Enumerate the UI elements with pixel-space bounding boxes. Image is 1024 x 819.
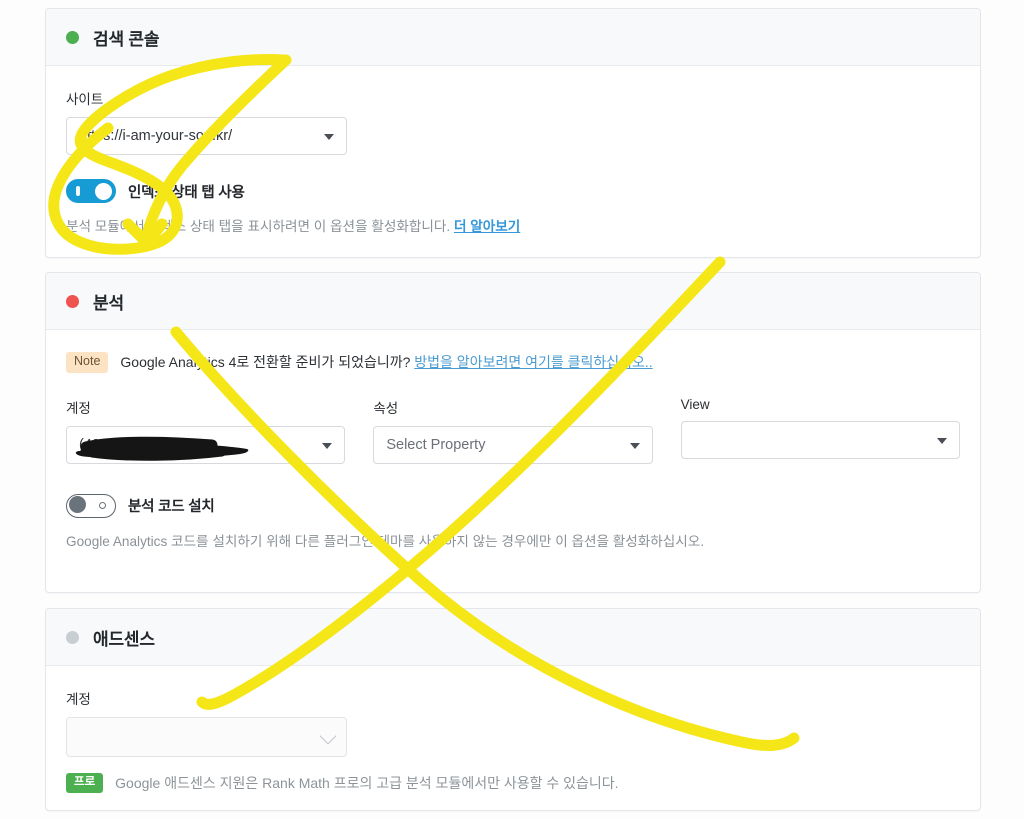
pro-badge: 프로 xyxy=(66,773,104,793)
note-text: Google Analytics 4로 전환할 준비가 되었습니까? 방법을 알… xyxy=(120,352,652,372)
caret-down-icon xyxy=(322,442,333,449)
view-select[interactable] xyxy=(680,420,960,459)
toggle-track-mark-icon xyxy=(99,501,106,509)
account-field: 계정 (4261) xyxy=(66,397,346,464)
search-console-panel: 검색 콘솔 사이트 https://i-am-your-son.kr/ 인덱스 … xyxy=(45,8,981,258)
caret-down-icon xyxy=(629,442,640,449)
search-console-header: 검색 콘솔 xyxy=(46,9,980,66)
ga4-howto-link[interactable]: 방법을 알아보려면 여기를 클릭하십시오.. xyxy=(414,354,652,370)
adsense-title: 애드센스 xyxy=(93,629,155,649)
caret-down-icon xyxy=(324,134,334,140)
settings-page: 검색 콘솔 사이트 https://i-am-your-son.kr/ 인덱스 … xyxy=(0,0,1024,819)
install-code-toggle-label: 분석 코드 설치 xyxy=(128,499,215,516)
learn-more-link[interactable]: 더 알아보기 xyxy=(454,219,520,234)
analytics-selectors: 계정 (4261) 속성 Select Property View xyxy=(66,397,960,464)
search-console-title: 검색 콘솔 xyxy=(93,29,160,49)
site-select[interactable]: https://i-am-your-son.kr/ xyxy=(66,117,347,155)
property-select-value: Select Property xyxy=(386,436,486,453)
analytics-body: Note Google Analytics 4로 전환할 준비가 되었습니까? … xyxy=(46,330,980,552)
index-status-toggle-label: 인덱스 상태 탭 사용 xyxy=(128,184,245,201)
install-code-toggle-row[interactable]: 분석 코드 설치 xyxy=(66,493,960,518)
search-console-body: 사이트 https://i-am-your-son.kr/ 인덱스 상태 탭 사… xyxy=(46,66,980,237)
account-select[interactable]: (4261) xyxy=(66,425,346,464)
adsense-body: 계정 프로 Google 애드센스 지원은 Rank Math 프로의 고급 분… xyxy=(46,666,980,793)
note-text-plain: Google Analytics 4로 전환할 준비가 되었습니까? xyxy=(120,354,415,371)
index-status-toggle-row[interactable]: 인덱스 상태 탭 사용 xyxy=(66,179,960,203)
index-status-toggle[interactable] xyxy=(66,179,116,203)
caret-down-icon xyxy=(936,437,947,444)
note-badge: Note xyxy=(66,352,109,373)
toggle-knob-icon xyxy=(69,496,86,514)
adsense-header: 애드센스 xyxy=(46,609,980,666)
analytics-header: 분석 xyxy=(46,273,980,330)
status-dot-icon xyxy=(66,294,79,308)
view-label: View xyxy=(680,396,710,412)
adsense-pro-row: 프로 Google 애드센스 지원은 Rank Math 프로의 고급 분석 모… xyxy=(66,773,960,793)
adsense-panel: 애드센스 계정 프로 Google 애드센스 지원은 Rank Math 프로의… xyxy=(45,608,981,811)
index-status-help-text: 분석 모듈에서 인덱스 상태 탭을 표시하려면 이 옵션을 활성화합니다. xyxy=(66,219,454,234)
analytics-panel: 분석 Note Google Analytics 4로 전환할 준비가 되었습니… xyxy=(45,272,981,593)
toggle-track-mark-icon xyxy=(76,186,80,196)
install-code-help: Google Analytics 코드를 설치하기 위해 다른 플러그인/테마를… xyxy=(66,533,705,549)
property-field: 속성 Select Property xyxy=(373,397,653,464)
adsense-account-select[interactable] xyxy=(66,717,347,757)
chevron-down-icon xyxy=(319,727,337,745)
index-status-help: 분석 모듈에서 인덱스 상태 탭을 표시하려면 이 옵션을 활성화합니다. 더 … xyxy=(66,217,960,237)
account-select-value: (4261) xyxy=(79,436,121,453)
analytics-title: 분석 xyxy=(93,293,124,313)
adsense-pro-text: Google 애드센스 지원은 Rank Math 프로의 고급 분석 모듈에서… xyxy=(115,775,619,791)
site-label: 사이트 xyxy=(66,92,104,107)
account-label: 계정 xyxy=(66,400,91,416)
property-select[interactable]: Select Property xyxy=(373,425,653,464)
toggle-knob-icon xyxy=(95,182,112,200)
status-dot-icon xyxy=(66,30,79,44)
ga4-note-row: Note Google Analytics 4로 전환할 준비가 되었습니까? … xyxy=(66,352,960,373)
adsense-account-label: 계정 xyxy=(66,692,91,707)
property-label: 속성 xyxy=(373,400,399,416)
install-analytics-code-toggle[interactable] xyxy=(66,493,116,518)
site-select-value: https://i-am-your-son.kr/ xyxy=(79,128,233,144)
status-dot-icon xyxy=(66,630,79,644)
view-field: View xyxy=(680,396,960,464)
